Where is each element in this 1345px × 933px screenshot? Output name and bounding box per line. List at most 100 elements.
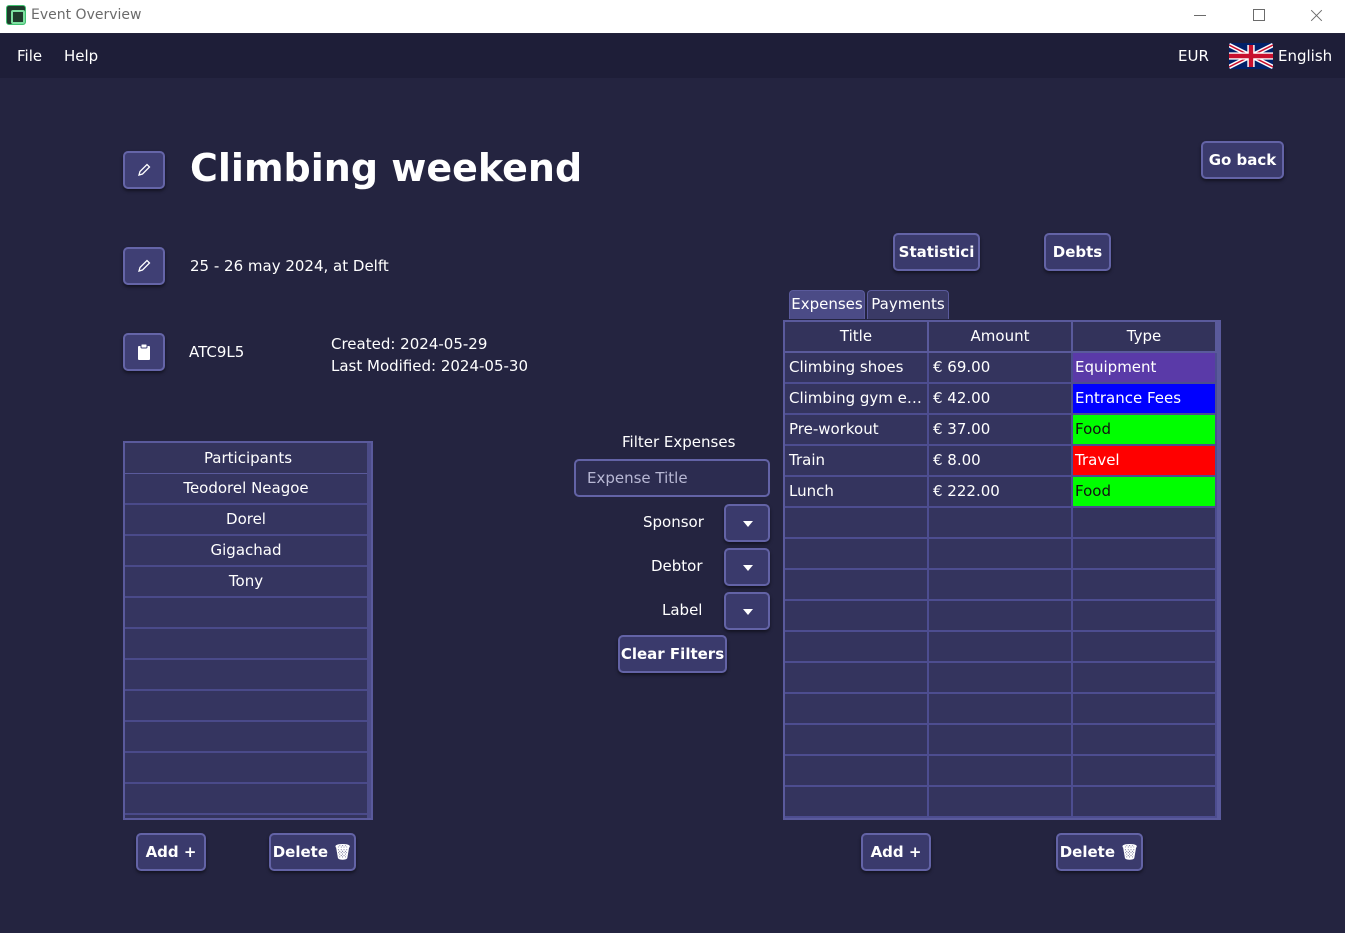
- debtor-label: Debtor: [651, 557, 703, 575]
- empty-table-row: [785, 601, 1219, 632]
- empty-cell: [1073, 508, 1217, 539]
- empty-table-row: [785, 663, 1219, 694]
- participant-row[interactable]: [125, 660, 367, 691]
- participant-row[interactable]: [125, 598, 367, 629]
- expense-type-cell[interactable]: Travel: [1073, 446, 1217, 477]
- menu-file[interactable]: File: [17, 47, 42, 65]
- participant-row[interactable]: Teodorel Neagoe: [125, 474, 367, 505]
- chevron-down-icon: [743, 565, 753, 571]
- empty-cell: [1073, 570, 1217, 601]
- table-row[interactable]: Pre-workout € 37.00 Food: [785, 415, 1219, 446]
- expense-title-cell[interactable]: Climbing gym ent...: [785, 384, 929, 415]
- language-selector[interactable]: English: [1278, 47, 1332, 65]
- debtor-dropdown[interactable]: [724, 548, 770, 586]
- empty-cell: [785, 508, 929, 539]
- table-row[interactable]: Climbing gym ent... € 42.00 Entrance Fees: [785, 384, 1219, 415]
- empty-cell: [785, 539, 929, 570]
- empty-cell: [929, 694, 1073, 725]
- tab-expenses[interactable]: Expenses: [789, 290, 865, 319]
- participant-row[interactable]: [125, 691, 367, 722]
- sponsor-dropdown[interactable]: [724, 504, 770, 542]
- empty-table-row: [785, 787, 1219, 818]
- empty-cell: [1073, 539, 1217, 570]
- empty-cell: [1073, 601, 1217, 632]
- close-window-button[interactable]: [1293, 0, 1339, 33]
- expense-amount-cell[interactable]: € 69.00: [929, 353, 1073, 384]
- clear-filters-button[interactable]: Clear Filters: [618, 635, 727, 673]
- delete-participant-button[interactable]: Delete 🗑: [269, 833, 356, 871]
- last-modified-date: Last Modified: 2024-05-30: [331, 357, 529, 375]
- participant-row[interactable]: [125, 629, 367, 660]
- menu-help[interactable]: Help: [64, 47, 98, 65]
- empty-cell: [929, 601, 1073, 632]
- minimize-button[interactable]: [1177, 0, 1223, 33]
- debts-button[interactable]: Debts: [1044, 233, 1111, 271]
- participant-row[interactable]: [125, 753, 367, 784]
- participant-row[interactable]: [125, 784, 367, 815]
- expense-title-filter-input[interactable]: [574, 459, 770, 497]
- add-expense-button[interactable]: Add +: [861, 833, 931, 871]
- column-amount-header[interactable]: Amount: [929, 322, 1073, 353]
- expense-amount-cell[interactable]: € 42.00: [929, 384, 1073, 415]
- expense-title-cell[interactable]: Lunch: [785, 477, 929, 508]
- empty-cell: [785, 601, 929, 632]
- column-type-header[interactable]: Type: [1073, 322, 1217, 353]
- tab-payments[interactable]: Payments: [867, 290, 949, 319]
- expense-type-cell[interactable]: Food: [1073, 415, 1217, 446]
- participant-row[interactable]: Dorel: [125, 505, 367, 536]
- table-row[interactable]: Lunch € 222.00 Food: [785, 477, 1219, 508]
- participant-row[interactable]: Gigachad: [125, 536, 367, 567]
- empty-cell: [929, 787, 1073, 818]
- empty-cell: [929, 756, 1073, 787]
- expense-amount-cell[interactable]: € 222.00: [929, 477, 1073, 508]
- empty-cell: [785, 725, 929, 756]
- label-dropdown[interactable]: [724, 592, 770, 630]
- empty-cell: [785, 694, 929, 725]
- empty-cell: [785, 632, 929, 663]
- expense-type-cell[interactable]: Entrance Fees: [1073, 384, 1217, 415]
- clipboard-icon: [138, 343, 150, 360]
- expense-amount-cell[interactable]: € 37.00: [929, 415, 1073, 446]
- participant-row[interactable]: Tony: [125, 567, 367, 598]
- delete-expense-button[interactable]: Delete 🗑: [1056, 833, 1143, 871]
- empty-cell: [785, 756, 929, 787]
- uk-flag-icon[interactable]: [1229, 43, 1273, 69]
- statistics-button[interactable]: Statistici: [893, 233, 980, 271]
- empty-table-row: [785, 570, 1219, 601]
- empty-table-row: [785, 694, 1219, 725]
- participants-scrollbar[interactable]: [367, 443, 371, 818]
- empty-cell: [1073, 663, 1217, 694]
- expense-title-cell[interactable]: Train: [785, 446, 929, 477]
- table-row[interactable]: Train € 8.00 Travel: [785, 446, 1219, 477]
- expense-type-cell[interactable]: Equipment: [1073, 353, 1217, 384]
- created-date: Created: 2024-05-29: [331, 335, 488, 353]
- table-header: Title Amount Type: [785, 322, 1219, 353]
- invite-code: ATC9L5: [189, 343, 245, 361]
- edit-details-button[interactable]: [123, 247, 165, 285]
- pencil-icon: [138, 163, 151, 176]
- chevron-down-icon: [743, 609, 753, 615]
- add-participant-button[interactable]: Add +: [136, 833, 206, 871]
- column-title-header[interactable]: Title: [785, 322, 929, 353]
- edit-title-button[interactable]: [123, 151, 165, 189]
- empty-cell: [929, 725, 1073, 756]
- expense-amount-cell[interactable]: € 8.00: [929, 446, 1073, 477]
- go-back-button[interactable]: Go back: [1201, 141, 1284, 179]
- table-row[interactable]: Climbing shoes € 69.00 Equipment: [785, 353, 1219, 384]
- empty-table-row: [785, 632, 1219, 663]
- empty-table-row: [785, 756, 1219, 787]
- pencil-icon: [138, 259, 151, 272]
- table-scrollbar[interactable]: [1217, 322, 1219, 818]
- empty-table-row: [785, 539, 1219, 570]
- empty-table-row: [785, 725, 1219, 756]
- expense-title-cell[interactable]: Pre-workout: [785, 415, 929, 446]
- empty-cell: [929, 508, 1073, 539]
- empty-cell: [1073, 632, 1217, 663]
- empty-cell: [1073, 756, 1217, 787]
- maximize-button[interactable]: [1235, 0, 1281, 33]
- currency-selector[interactable]: EUR: [1178, 47, 1209, 65]
- participant-row[interactable]: [125, 722, 367, 753]
- expense-title-cell[interactable]: Climbing shoes: [785, 353, 929, 384]
- copy-invite-code-button[interactable]: [123, 333, 165, 371]
- expense-type-cell[interactable]: Food: [1073, 477, 1217, 508]
